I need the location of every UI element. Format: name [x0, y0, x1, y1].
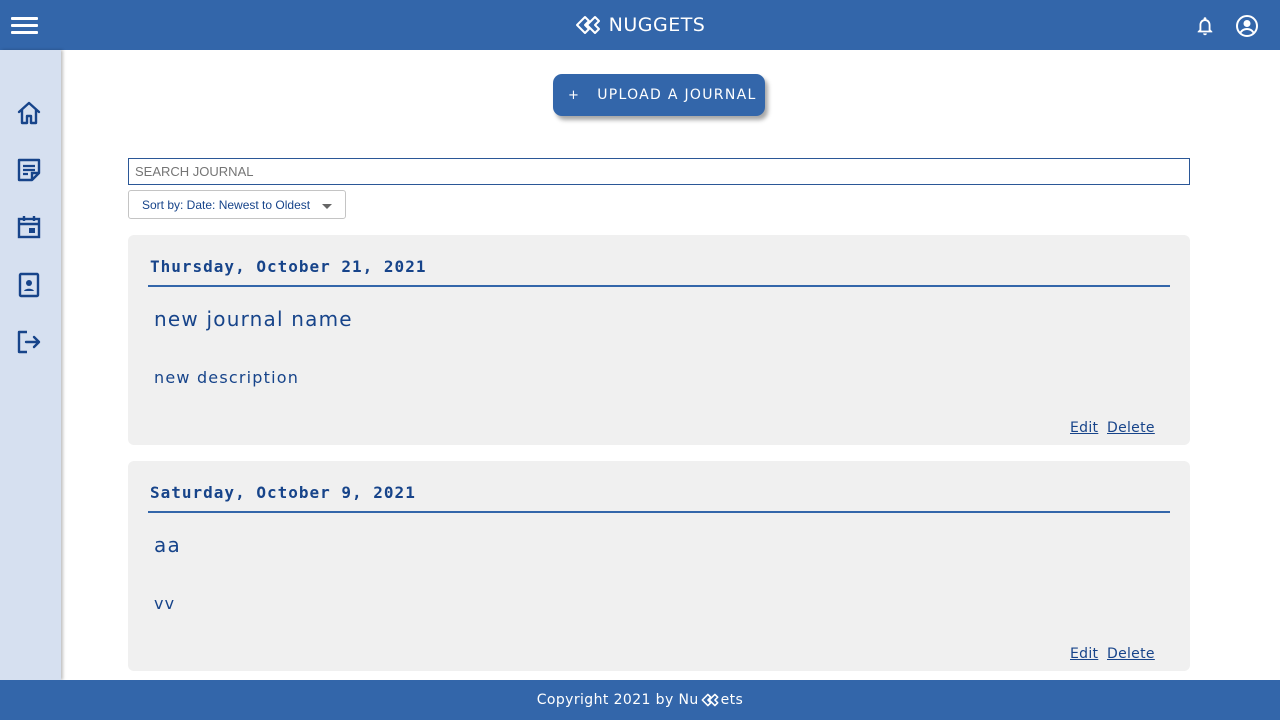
contact-card-icon[interactable] [15, 271, 43, 299]
footer-copyright-prefix: Copyright 2021 by Nu [536, 692, 699, 708]
journal-description: vv [154, 594, 176, 613]
journal-title: new journal name [154, 307, 353, 331]
edit-link[interactable]: Edit [1070, 420, 1098, 436]
nuggets-logo-icon [701, 693, 719, 707]
chevron-down-icon [322, 204, 332, 209]
plus-icon: + [568, 87, 581, 103]
nuggets-logo-icon [575, 16, 600, 34]
divider [148, 285, 1170, 287]
footer-copyright-suffix: ets [720, 692, 744, 708]
search-input[interactable] [128, 158, 1190, 185]
top-app-bar: NUGGETS [0, 0, 1280, 50]
upload-journal-button[interactable]: + UPLOAD A JOURNAL [553, 74, 765, 116]
account-circle-icon[interactable] [1235, 14, 1259, 38]
bell-icon[interactable] [1194, 15, 1216, 37]
delete-link[interactable]: Delete [1107, 420, 1155, 436]
menu-icon[interactable] [11, 15, 39, 35]
logout-icon[interactable] [15, 328, 43, 356]
brand[interactable]: NUGGETS [575, 14, 706, 36]
journal-note-icon[interactable] [15, 156, 43, 184]
brand-name: NUGGETS [608, 14, 706, 36]
journal-title: aa [154, 533, 181, 557]
journal-date: Saturday, October 9, 2021 [150, 483, 416, 502]
journal-card: Saturday, October 9, 2021 aa vv Edit Del… [128, 461, 1190, 671]
journal-card: Thursday, October 21, 2021 new journal n… [128, 235, 1190, 445]
sort-select[interactable]: Sort by: Date: Newest to Oldest [128, 190, 346, 219]
journal-description: new description [154, 368, 300, 387]
calendar-icon[interactable] [15, 213, 43, 241]
journal-date: Thursday, October 21, 2021 [150, 257, 427, 276]
edit-link[interactable]: Edit [1070, 646, 1098, 662]
footer: Copyright 2021 by Nu ets [0, 680, 1280, 720]
sort-selected-value: Sort by: Date: Newest to Oldest [142, 197, 311, 212]
sidebar [0, 50, 61, 680]
divider [148, 511, 1170, 513]
home-icon[interactable] [15, 99, 43, 127]
delete-link[interactable]: Delete [1107, 646, 1155, 662]
upload-journal-label: UPLOAD A JOURNAL [597, 87, 757, 103]
